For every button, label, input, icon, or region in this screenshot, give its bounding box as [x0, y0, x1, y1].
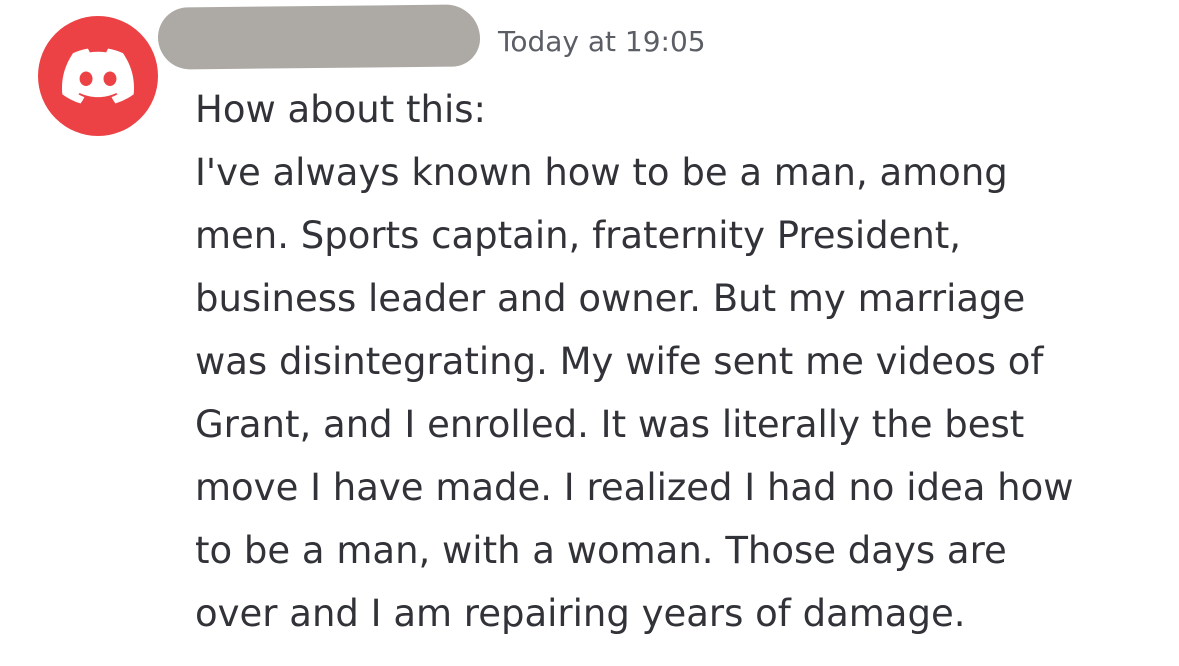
message-line: move I have made. I realized I had no id…: [195, 466, 1074, 509]
message-line: men. Sports captain, fraternity Presiden…: [195, 214, 962, 257]
discord-logo-icon: [62, 48, 134, 104]
message-line: was disintegrating. My wife sent me vide…: [195, 340, 1044, 383]
message-timestamp[interactable]: Today at 19:05: [498, 22, 706, 62]
redacted-username: [157, 4, 481, 70]
chat-message: Today at 19:05 How about this: I've alwa…: [0, 0, 1179, 666]
message-line: Grant, and I enrolled. It was literally …: [195, 403, 1025, 446]
message-content: How about this: I've always known how to…: [195, 78, 1155, 645]
message-line: business leader and owner. But my marria…: [195, 277, 1026, 320]
message-line: over and I am repairing years of damage.: [195, 592, 966, 635]
message-line: to be a man, with a woman. Those days ar…: [195, 529, 1007, 572]
avatar[interactable]: [38, 16, 158, 136]
message-line: I've always known how to be a man, among: [195, 151, 1008, 194]
message-line: How about this:: [195, 88, 486, 131]
